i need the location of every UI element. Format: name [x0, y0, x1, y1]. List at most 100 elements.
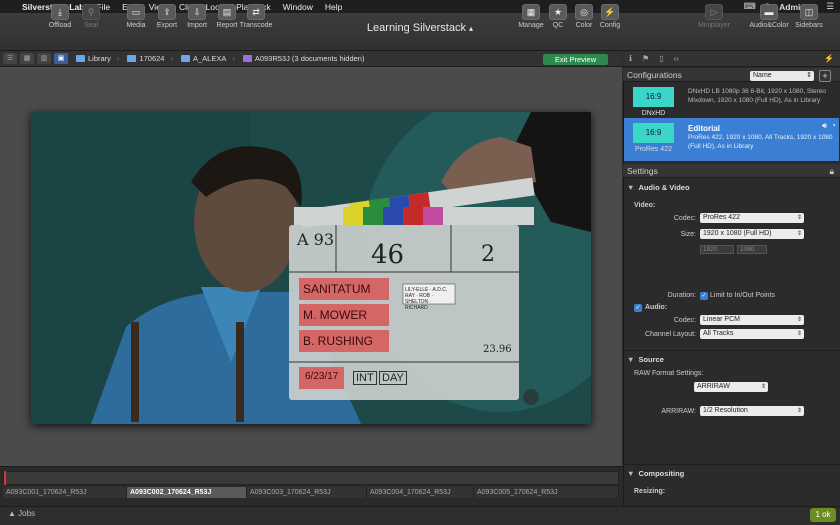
report-icon: ▤	[218, 4, 236, 20]
lock-icon[interactable]: 🔒︎	[829, 164, 834, 178]
updown-icon: ⇕	[760, 384, 766, 390]
timeline-clip[interactable]: A093C005_170624_R53J	[474, 487, 619, 498]
offload-icon: ⤓	[51, 4, 69, 20]
crumb-separator: ›	[170, 54, 173, 63]
grid-view-icon[interactable]: ▦	[20, 53, 34, 64]
timeline-clip-selected[interactable]: A093C002_170624_R53J	[127, 487, 247, 498]
transcode-button[interactable]: ⇄ Transcode	[236, 4, 276, 29]
status-bar	[0, 506, 840, 525]
folder-icon	[127, 55, 137, 62]
audio-video-group[interactable]: ▼ Audio & Video	[627, 183, 690, 192]
transcode-icon: ⇄	[247, 4, 265, 20]
preview-view-icon[interactable]: ▣	[54, 53, 68, 64]
divider	[623, 350, 840, 351]
raw-format-label: RAW Format Settings:	[634, 370, 704, 377]
crumb-camera[interactable]: A_ALEXA	[180, 54, 226, 63]
crumb-roll[interactable]: A093R53J (3 documents hidden)	[242, 54, 364, 63]
menu-help[interactable]: Help	[325, 2, 342, 12]
clock-icon: ◔	[831, 121, 836, 130]
folder-icon	[76, 55, 85, 62]
timeline-clip[interactable]: A093C003_170624_R53J	[247, 487, 367, 498]
exit-preview-button[interactable]: Exit Preview	[543, 54, 608, 65]
path-bar: ☰ ▦ ▥ ▣ Library › 170624 › A_ALEXA › A09…	[0, 51, 622, 67]
height-field[interactable]: 1080	[737, 245, 767, 254]
slate-date: 6/23/17	[305, 371, 339, 382]
channel-layout-select[interactable]: All Tracks ⇕	[700, 329, 804, 339]
slate-director: M. MOWER	[303, 308, 367, 322]
disclosure-icon: ▼	[627, 183, 635, 192]
miniplayer-button[interactable]: ▷ Miniplayer	[694, 4, 734, 29]
updown-icon: ⇕	[796, 317, 802, 323]
panel-icon: ▬	[760, 4, 778, 20]
column-view-icon[interactable]: ▥	[37, 53, 51, 64]
source-group[interactable]: ▼ Source	[627, 355, 664, 364]
config-button[interactable]: ⚡ Config	[590, 4, 630, 29]
codec-label: Codec:	[673, 215, 696, 222]
config-desc: DNxHD LB 1080p 36 8-Bit, 1920 x 1080, St…	[688, 88, 827, 104]
width-field[interactable]: 1920	[700, 245, 734, 254]
arriraw-select[interactable]: 1/2 Resolution ⇕	[700, 406, 804, 416]
updown-icon: ⇕	[796, 408, 802, 414]
project-title[interactable]: Learning Silverstack ▴	[330, 22, 510, 34]
raw-format-select[interactable]: ARRIRAW ⇕	[694, 382, 768, 392]
crumb-library[interactable]: Library	[76, 54, 111, 63]
audio-codec-select[interactable]: Linear PCM ⇕	[700, 315, 804, 325]
info-icon[interactable]: ℹ	[629, 54, 632, 63]
jobs-toggle[interactable]: ▲ Jobs	[8, 509, 35, 518]
timeline-clip[interactable]: A093C001_170624_R53J	[3, 487, 127, 498]
code-icon[interactable]: ‹›	[674, 54, 679, 63]
sort-select[interactable]: Name ⇕	[750, 71, 814, 81]
limit-inout-checkbox[interactable]: ✓	[700, 292, 708, 300]
video-frame[interactable]: A 93 46 2 SANITATUM M. MOWER B. RUSHING …	[31, 112, 591, 424]
codec-select[interactable]: ProRes 422 ⇕	[700, 213, 804, 223]
menu-window[interactable]: Window	[283, 2, 313, 12]
slate-production: SANITATUM	[303, 282, 371, 296]
slate-take: 2	[481, 242, 495, 267]
config-desc: ProRes 422, 1920 x 1080, All Tracks, 192…	[688, 134, 833, 150]
flag-icon[interactable]: ⚑	[642, 54, 649, 63]
seal-button[interactable]: ⚲ Seal	[71, 4, 111, 29]
roll-icon	[242, 55, 252, 62]
triangle-up-icon: ▲	[8, 509, 16, 518]
add-config-button[interactable]: +	[819, 70, 831, 82]
sidebars-button[interactable]: ◫ Sidebars	[789, 4, 829, 29]
slate-crew: LILY-ELLE · A.D.C. RAY · ROB · SHELTON ·…	[405, 287, 448, 311]
job-status-badge[interactable]: 1 ok	[810, 508, 836, 522]
folder-icon	[180, 55, 190, 62]
crumb-separator: ›	[116, 54, 120, 63]
compositing-group[interactable]: ▼ Compositing	[627, 469, 684, 478]
size-select[interactable]: 1920 x 1080 (Full HD) ⇕	[700, 229, 804, 239]
audio-checkbox[interactable]: ✓	[634, 304, 642, 312]
list-view-icon[interactable]: ☰	[3, 53, 17, 64]
crumb-separator: ›	[232, 54, 235, 63]
crumb-date[interactable]: 170624	[127, 54, 164, 63]
seal-icon: ⚲	[82, 4, 100, 20]
updown-icon: ⇕	[806, 72, 812, 79]
updown-icon: ⇕	[796, 231, 802, 237]
timeline-clip[interactable]: A093C004_170624_R53J	[367, 487, 474, 498]
config-name: Editorial	[688, 124, 721, 133]
audio-label: Audio:	[645, 304, 668, 311]
channel-layout-label: Channel Layout:	[645, 331, 696, 338]
scrub-bar[interactable]	[3, 471, 619, 485]
slate-camera: B. RUSHING	[303, 334, 374, 348]
inspector-tabs: ℹ ⚑ ▯ ‹› ⚡	[623, 51, 840, 67]
arriraw-label: ARRIRAW:	[661, 408, 696, 415]
bolt-tab-icon[interactable]: ⚡	[824, 54, 834, 63]
slate-scene: 46	[371, 240, 405, 270]
config-caption: ProRes 422	[635, 146, 672, 153]
size-label: Size:	[680, 231, 696, 238]
config-item-selected[interactable]: 16:9 ProRes 422 Editorial ProRes 422, 19…	[624, 118, 839, 161]
divider	[623, 464, 840, 465]
config-caption: DNxHD	[641, 110, 666, 117]
playhead[interactable]	[4, 471, 6, 485]
limit-inout-label: Limit to In/Out Points	[710, 292, 775, 299]
duration-label: Duration:	[667, 292, 696, 299]
aspect-thumb: 16:9	[633, 87, 674, 107]
aspect-thumb: 16:9	[633, 123, 674, 143]
media-icon: ▭	[127, 4, 145, 20]
settings-header: Settings 🔒︎	[623, 164, 840, 178]
audio-color-button[interactable]: ▬ Audio&Color	[749, 4, 789, 29]
document-icon[interactable]: ▯	[659, 54, 663, 63]
chevron-up-icon: ▴	[469, 24, 474, 33]
